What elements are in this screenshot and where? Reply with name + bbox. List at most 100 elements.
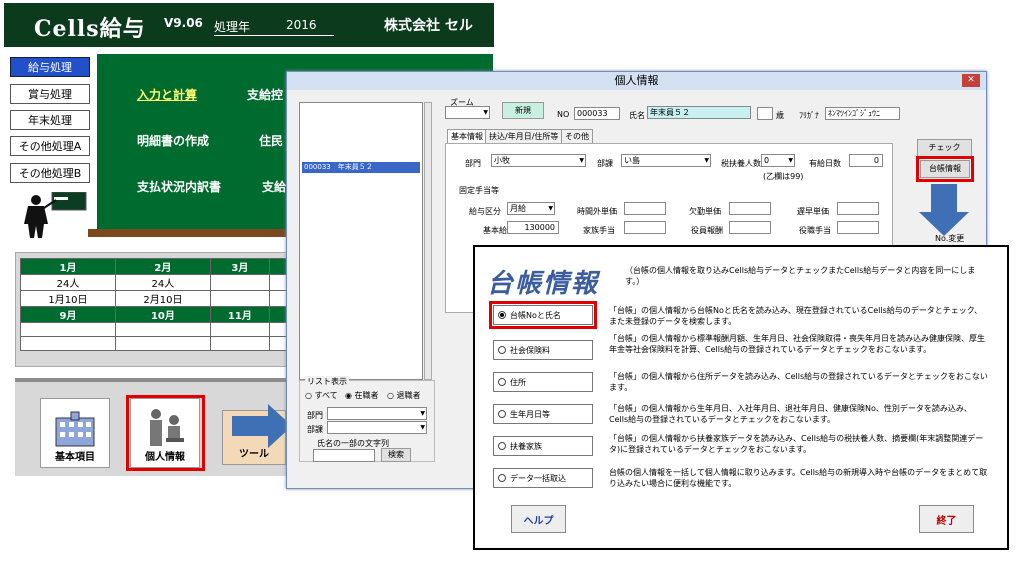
list-dept-select[interactable] bbox=[327, 407, 427, 420]
tab-other[interactable]: その他 bbox=[561, 129, 593, 143]
menu-resident-link[interactable]: 住民 bbox=[259, 132, 283, 149]
basic-items-button[interactable]: 基本項目 bbox=[40, 398, 110, 468]
tab-dependents[interactable]: 扶込/年月日/住所等 bbox=[485, 129, 563, 143]
executive-pay-field[interactable] bbox=[729, 221, 771, 234]
cal-cell bbox=[114, 336, 211, 351]
close-icon[interactable]: ✕ bbox=[962, 74, 980, 87]
family-allowance-field[interactable] bbox=[624, 221, 666, 234]
option-dependents[interactable]: 扶養家族 bbox=[493, 436, 593, 456]
search-input[interactable] bbox=[313, 449, 375, 462]
tax-dependents-select[interactable]: 0 bbox=[761, 154, 795, 167]
sidebar-item-yearend[interactable]: 年末処理 bbox=[10, 110, 90, 130]
age-field[interactable] bbox=[757, 107, 773, 120]
list-scrollbar[interactable] bbox=[424, 102, 432, 380]
radio-icon bbox=[498, 346, 506, 354]
option-description: 「台帳」の個人情報から標準報酬月額、生年月日、社会保険取得・喪失年月日を読み込み… bbox=[609, 334, 985, 354]
option-label: 生年月日等 bbox=[510, 409, 550, 419]
search-button[interactable]: 検索 bbox=[381, 448, 411, 462]
dept-label: 部門 bbox=[465, 159, 481, 168]
no-field[interactable]: 000033 bbox=[574, 107, 620, 120]
year-value: 2016 bbox=[286, 18, 317, 32]
menu-shikyu-link[interactable]: 支給控 bbox=[247, 86, 283, 103]
cal-cell[interactable]: 11月 bbox=[209, 306, 270, 323]
paid-leave-label: 有給日数 bbox=[809, 159, 841, 168]
section-select[interactable]: い島 bbox=[621, 154, 711, 167]
cal-cell: 2月10日 bbox=[114, 290, 211, 307]
search-label: 氏名の一部の文字列 bbox=[317, 439, 389, 448]
option-birthdate[interactable]: 生年月日等 bbox=[493, 404, 593, 424]
sidebar-item-other-b[interactable]: その他処理B bbox=[10, 163, 90, 183]
cal-cell[interactable]: 10月 bbox=[114, 306, 211, 323]
arrow-down-icon bbox=[919, 184, 969, 236]
cal-cell[interactable]: 3月 bbox=[209, 258, 270, 275]
option-description: 「台帳」の個人情報から扶養家族データを読み込み、Cells給与の税扶養人数、摘要… bbox=[609, 434, 984, 454]
menu-payslip-link[interactable]: 明細書の作成 bbox=[137, 132, 209, 149]
pay-type-select[interactable]: 月給 bbox=[507, 202, 555, 215]
tab-basic[interactable]: 基本情報 bbox=[447, 129, 487, 143]
cal-cell[interactable]: 9月 bbox=[20, 306, 116, 323]
base-salary-field[interactable]: 130000 bbox=[507, 221, 559, 234]
option-label: 住所 bbox=[510, 377, 526, 387]
sidebar-item-salary[interactable]: 給与処理 bbox=[10, 57, 90, 77]
ledger-info-dialog: 台帳情報 （台帳の個人情報を取り込みCells給与データとチェックまたCells… bbox=[473, 245, 1009, 550]
cal-cell[interactable]: 1月 bbox=[20, 258, 116, 275]
overtime-field[interactable] bbox=[624, 202, 666, 215]
radio-all[interactable]: ○ すべて bbox=[305, 390, 338, 401]
employee-list[interactable]: 000033 年末員５２ bbox=[299, 102, 423, 380]
change-no-button[interactable]: No.変更 bbox=[935, 233, 964, 244]
zoom-select[interactable] bbox=[445, 106, 490, 119]
no-label: NO bbox=[557, 110, 570, 119]
kana-label: ﾌﾘｶﾞﾅ bbox=[799, 111, 819, 120]
base-salary-label: 基本給 bbox=[483, 226, 507, 235]
fixed-allowance-group: 固定手当等 bbox=[459, 186, 499, 195]
radio-all-label: すべて bbox=[314, 391, 338, 400]
absence-label: 欠勤単価 bbox=[689, 207, 721, 216]
section-label: 部課 bbox=[597, 159, 613, 168]
tax-note: (乙欄は99) bbox=[763, 172, 804, 181]
app-logo: Cells給与 bbox=[34, 16, 146, 42]
menu-input-calc-link[interactable]: 入力と計算 bbox=[137, 86, 197, 103]
cal-cell bbox=[114, 322, 211, 337]
building-icon bbox=[55, 411, 95, 447]
close-button[interactable]: 終了 bbox=[919, 505, 974, 533]
sidebar-item-bonus[interactable]: 賞与処理 bbox=[10, 84, 90, 104]
name-label: 氏名 bbox=[629, 111, 645, 120]
post-allowance-field[interactable] bbox=[837, 221, 879, 234]
dept-select[interactable]: 小牧 bbox=[491, 154, 586, 167]
option-description: 「台帳」の個人情報から生年月日、入社年月日、退社年月日、健康保険No、性別データ… bbox=[609, 404, 972, 424]
radio-current[interactable]: ◉ 在職者 bbox=[345, 390, 379, 401]
option-address[interactable]: 住所 bbox=[493, 372, 593, 392]
check-button[interactable]: チェック bbox=[917, 139, 972, 157]
list-section-select[interactable] bbox=[327, 421, 427, 434]
family-allowance-label: 家族手当 bbox=[583, 226, 615, 235]
kana-field[interactable]: ﾈﾝﾏﾂｲﾝｺﾞｼﾞｭｳﾆ bbox=[825, 107, 900, 120]
menu-shikyu2-link[interactable]: 支給 bbox=[262, 178, 286, 195]
absence-field[interactable] bbox=[729, 202, 771, 215]
name-field[interactable]: 年末員５２ bbox=[647, 106, 751, 119]
paid-leave-field[interactable]: 0 bbox=[849, 154, 883, 167]
menu-payment-detail-link[interactable]: 支払状況内訳書 bbox=[137, 178, 221, 195]
arrow-right-icon bbox=[232, 404, 292, 448]
radio-icon bbox=[498, 410, 506, 418]
cal-cell bbox=[209, 322, 270, 337]
dialog-title: 台帳情報 bbox=[487, 269, 600, 299]
cal-cell bbox=[20, 336, 116, 351]
cal-cell[interactable]: 2月 bbox=[114, 258, 211, 275]
cal-cell: 24人 bbox=[114, 274, 211, 291]
cal-cell bbox=[209, 274, 270, 291]
option-bulk-import[interactable]: データ一括取込 bbox=[493, 468, 593, 488]
option-description: 「台帳」の個人情報から住所データを読み込み、Cells給与の登録されているデータ… bbox=[609, 372, 988, 392]
late-field[interactable] bbox=[837, 202, 879, 215]
cal-cell: 1月10日 bbox=[20, 290, 116, 307]
radio-retired[interactable]: ○ 退職者 bbox=[387, 390, 421, 401]
cal-cell: 24人 bbox=[20, 274, 116, 291]
new-button[interactable]: 新規 bbox=[502, 102, 544, 119]
sidebar-item-other-a[interactable]: その他処理A bbox=[10, 136, 90, 156]
highlight-frame bbox=[126, 395, 205, 471]
help-button[interactable]: ヘルプ bbox=[511, 505, 566, 533]
app-header: Cells給与 V9.06 処理年 2016 株式会社 セル bbox=[4, 3, 494, 47]
employee-list-item[interactable]: 000033 年末員５２ bbox=[302, 162, 420, 173]
radio-icon bbox=[498, 442, 506, 450]
option-label: データ一括取込 bbox=[510, 473, 566, 483]
option-social-insurance[interactable]: 社会保険料 bbox=[493, 340, 593, 360]
